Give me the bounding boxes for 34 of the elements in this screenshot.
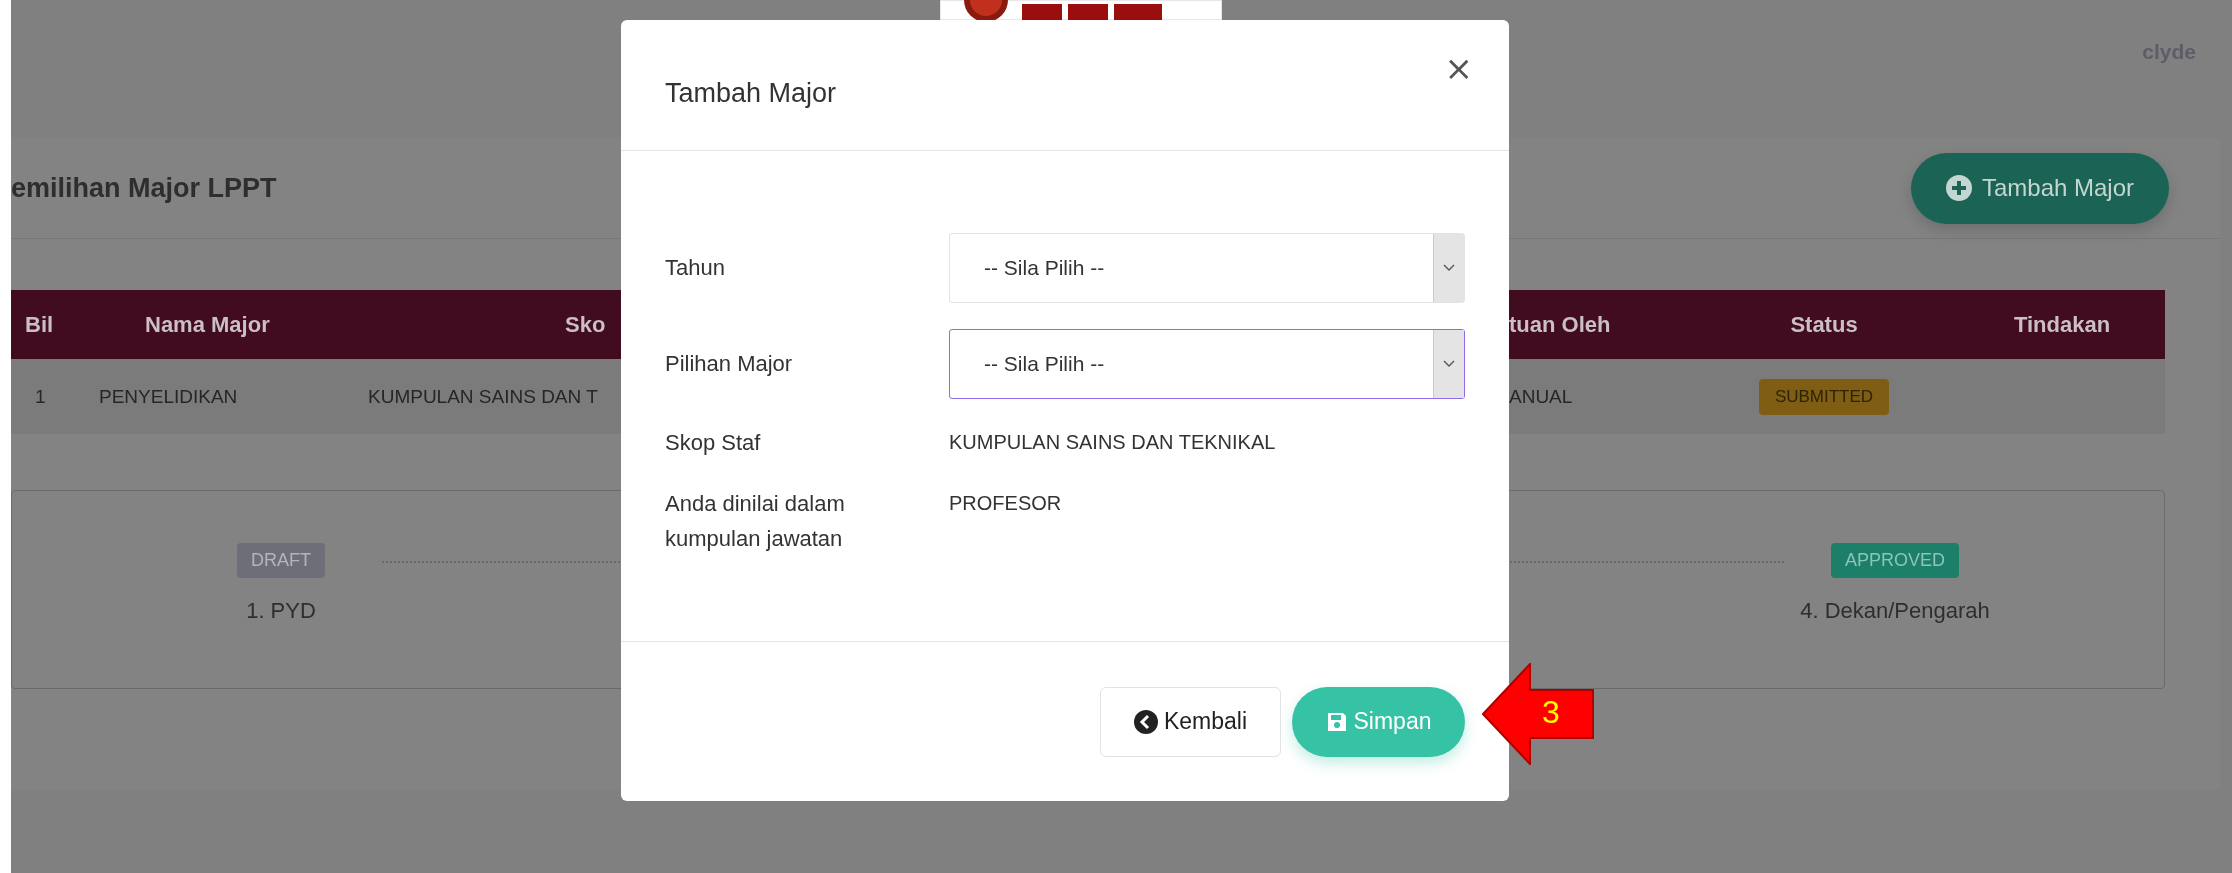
dropdown[interactable]: -- Sila Pilih -- — [949, 233, 1465, 303]
table-cell-text: 1 — [34, 385, 47, 408]
column-header: Sko — [564, 311, 607, 338]
dropdown[interactable]: -- Sila Pilih -- — [949, 329, 1465, 399]
table-cell-text: PENYELIDIKAN — [98, 385, 239, 408]
plus-circle-icon — [1945, 175, 1972, 201]
table-cell-text: KUMPULAN SAINS DAN T — [367, 385, 599, 408]
field-value: PROFESOR — [949, 491, 1063, 517]
field-label: Anda dinilai dalam kumpulan jawatan — [665, 490, 846, 554]
field-label: Skop Staf — [665, 429, 762, 457]
field-label: Pilihan Major — [665, 351, 794, 377]
column-header: Tindakan — [2012, 311, 2112, 338]
page-title: emilihan Major LPPT — [11, 172, 277, 204]
chevron-left-circle-icon — [1133, 709, 1158, 734]
table-cell-text: ANUAL — [1509, 385, 1574, 408]
add-major-button[interactable]: Tambah Major — [1911, 152, 2169, 224]
chevron-down-icon — [1443, 360, 1455, 368]
column-header: tuan Oleh — [1509, 311, 1612, 338]
modal-title: Tambah Major — [665, 77, 837, 109]
column-header: Nama Major — [144, 311, 271, 338]
step-badge: DRAFT — [237, 543, 325, 578]
chevron-down-icon — [1443, 264, 1455, 272]
close-button[interactable]: × — [1444, 48, 1473, 88]
back-button[interactable]: Kembali — [1100, 686, 1281, 757]
field-label: Tahun — [665, 255, 726, 281]
column-header: Status — [1789, 311, 1859, 338]
step-label: 1. PYD — [246, 598, 316, 624]
callout-number: 3 — [1542, 696, 1560, 728]
arrow-icon — [1482, 663, 1595, 765]
step-badge: APPROVED — [1831, 543, 1959, 578]
status-badge: SUBMITTED — [1758, 378, 1890, 415]
field-value: KUMPULAN SAINS DAN TEKNIKAL — [949, 430, 1277, 455]
column-header: Bil — [24, 311, 55, 338]
step-label: 4. Dekan/Pengarah — [1800, 598, 1990, 624]
